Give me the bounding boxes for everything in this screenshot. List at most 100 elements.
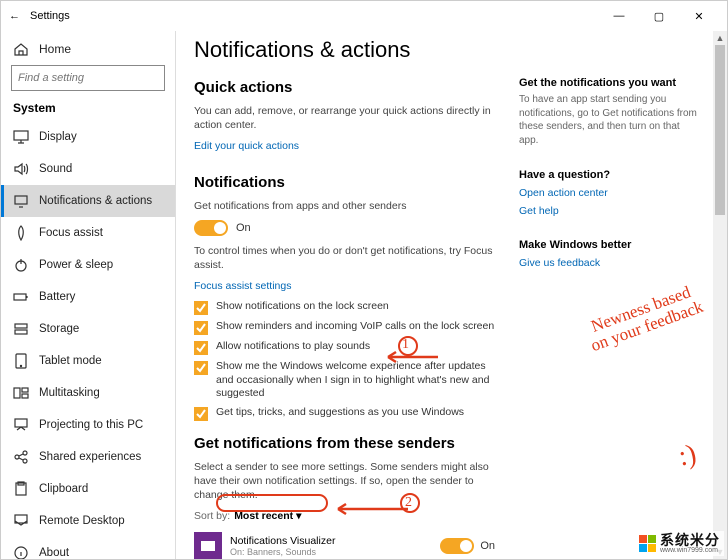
open-action-center-link[interactable]: Open action center bbox=[519, 187, 697, 199]
nav-focus[interactable]: Focus assist bbox=[1, 217, 175, 249]
nav-label: Tablet mode bbox=[39, 355, 102, 367]
nav-label: Battery bbox=[39, 291, 75, 303]
check-label: Show me the Windows welcome experience a… bbox=[216, 360, 495, 401]
nav-label: Projecting to this PC bbox=[39, 419, 143, 431]
nav-label: Multitasking bbox=[39, 387, 100, 399]
side-desc-1: To have an app start sending you notific… bbox=[519, 93, 697, 147]
check-tips[interactable] bbox=[194, 407, 208, 421]
nav-label: Display bbox=[39, 131, 77, 143]
notifications-desc: Get notifications from apps and other se… bbox=[194, 199, 495, 213]
nav-clipboard[interactable]: Clipboard bbox=[1, 473, 175, 505]
scroll-up-icon[interactable]: ▲ bbox=[713, 31, 727, 45]
chevron-down-icon: ▾ bbox=[296, 510, 301, 522]
notifications-toggle[interactable] bbox=[194, 220, 228, 236]
maximize-button[interactable]: ▢ bbox=[639, 1, 679, 31]
nav-sound[interactable]: Sound bbox=[1, 153, 175, 185]
edit-quick-actions-link[interactable]: Edit your quick actions bbox=[194, 140, 299, 152]
sender-toggle-label: On bbox=[480, 540, 495, 552]
check-voip[interactable] bbox=[194, 321, 208, 335]
minimize-button[interactable]: — bbox=[599, 1, 639, 31]
microsoft-logo-icon bbox=[639, 535, 656, 552]
check-lock-screen[interactable] bbox=[194, 301, 208, 315]
sender-sub: On: Banners, Sounds bbox=[230, 547, 432, 557]
vertical-scrollbar[interactable]: ▲ ▼ bbox=[713, 31, 727, 559]
tablet-icon bbox=[13, 353, 29, 369]
sender-row[interactable]: Notifications Visualizer On: Banners, So… bbox=[194, 528, 495, 559]
focus-icon bbox=[13, 225, 29, 241]
nav-display[interactable]: Display bbox=[1, 121, 175, 153]
nav-power[interactable]: Power & sleep bbox=[1, 249, 175, 281]
nav-label: Storage bbox=[39, 323, 79, 335]
senders-desc: Select a sender to see more settings. So… bbox=[194, 460, 495, 503]
nav-label: About bbox=[39, 547, 69, 559]
nav-battery[interactable]: Battery bbox=[1, 281, 175, 313]
nav-projecting[interactable]: Projecting to this PC bbox=[1, 409, 175, 441]
side-title-3: Make Windows better bbox=[519, 239, 697, 251]
power-icon bbox=[13, 257, 29, 273]
check-label: Show notifications on the lock screen bbox=[216, 300, 389, 314]
nav-remote[interactable]: Remote Desktop bbox=[1, 505, 175, 537]
nav-label: Remote Desktop bbox=[39, 515, 125, 527]
projecting-icon bbox=[13, 417, 29, 433]
clipboard-icon bbox=[13, 481, 29, 497]
battery-icon bbox=[13, 289, 29, 305]
quick-actions-desc: You can add, remove, or rearrange your q… bbox=[194, 104, 495, 132]
nav-storage[interactable]: Storage bbox=[1, 313, 175, 345]
check-label: Show reminders and incoming VoIP calls o… bbox=[216, 320, 494, 334]
shared-icon bbox=[13, 449, 29, 465]
home-icon bbox=[13, 41, 29, 57]
notifications-title: Notifications bbox=[194, 174, 495, 191]
nav-list[interactable]: Display Sound Notifications & actions Fo… bbox=[1, 121, 175, 559]
check-label: Get tips, tricks, and suggestions as you… bbox=[216, 406, 464, 420]
notifications-toggle-label: On bbox=[236, 222, 251, 234]
side-title-2: Have a question? bbox=[519, 169, 697, 181]
sender-app-icon bbox=[194, 532, 222, 559]
feedback-link[interactable]: Give us feedback bbox=[519, 257, 697, 269]
senders-title: Get notifications from these senders bbox=[194, 435, 495, 452]
home-label: Home bbox=[39, 42, 71, 56]
focus-assist-link[interactable]: Focus assist settings bbox=[194, 280, 291, 292]
watermark-text: 系统米分 bbox=[660, 533, 720, 547]
back-icon[interactable]: ← bbox=[9, 10, 20, 22]
sender-name: Notifications Visualizer bbox=[230, 535, 432, 547]
nav-label: Shared experiences bbox=[39, 451, 141, 463]
nav-label: Focus assist bbox=[39, 227, 103, 239]
close-button[interactable]: ✕ bbox=[679, 1, 719, 31]
notifications-icon bbox=[13, 193, 29, 209]
window-title: Settings bbox=[26, 10, 70, 22]
nav-label: Power & sleep bbox=[39, 259, 113, 271]
sender-toggle[interactable] bbox=[440, 538, 474, 554]
nav-shared[interactable]: Shared experiences bbox=[1, 441, 175, 473]
watermark-url: www.win7999.com bbox=[660, 547, 720, 554]
nav-tablet[interactable]: Tablet mode bbox=[1, 345, 175, 377]
check-welcome[interactable] bbox=[194, 361, 208, 375]
page-title: Notifications & actions bbox=[194, 37, 495, 63]
sort-row[interactable]: Sort by: Most recent▾ bbox=[194, 510, 495, 522]
get-help-link[interactable]: Get help bbox=[519, 205, 697, 217]
sort-value[interactable]: Most recent▾ bbox=[234, 510, 301, 522]
watermark: 系统米分www.win7999.com bbox=[635, 531, 724, 556]
nav-label: Sound bbox=[39, 163, 72, 175]
about-icon bbox=[13, 545, 29, 559]
ink-number-2: 2 bbox=[405, 495, 412, 511]
nav-label: Notifications & actions bbox=[39, 195, 152, 207]
remote-icon bbox=[13, 513, 29, 529]
quick-actions-title: Quick actions bbox=[194, 79, 495, 96]
display-icon bbox=[13, 129, 29, 145]
multitasking-icon bbox=[13, 385, 29, 401]
nav-label: Clipboard bbox=[39, 483, 88, 495]
nav-notifications[interactable]: Notifications & actions bbox=[1, 185, 175, 217]
home-item[interactable]: Home bbox=[1, 33, 175, 65]
side-title-1: Get the notifications you want bbox=[519, 77, 697, 89]
section-header: System bbox=[1, 97, 175, 121]
check-sounds[interactable] bbox=[194, 341, 208, 355]
nav-about[interactable]: About bbox=[1, 537, 175, 559]
storage-icon bbox=[13, 321, 29, 337]
sound-icon bbox=[13, 161, 29, 177]
sort-label: Sort by: bbox=[194, 510, 230, 522]
focus-desc: To control times when you do or don't ge… bbox=[194, 244, 495, 272]
ink-number-1: 1 bbox=[402, 337, 409, 353]
scrollbar-thumb[interactable] bbox=[715, 45, 725, 215]
search-input[interactable] bbox=[11, 65, 165, 91]
nav-multitasking[interactable]: Multitasking bbox=[1, 377, 175, 409]
